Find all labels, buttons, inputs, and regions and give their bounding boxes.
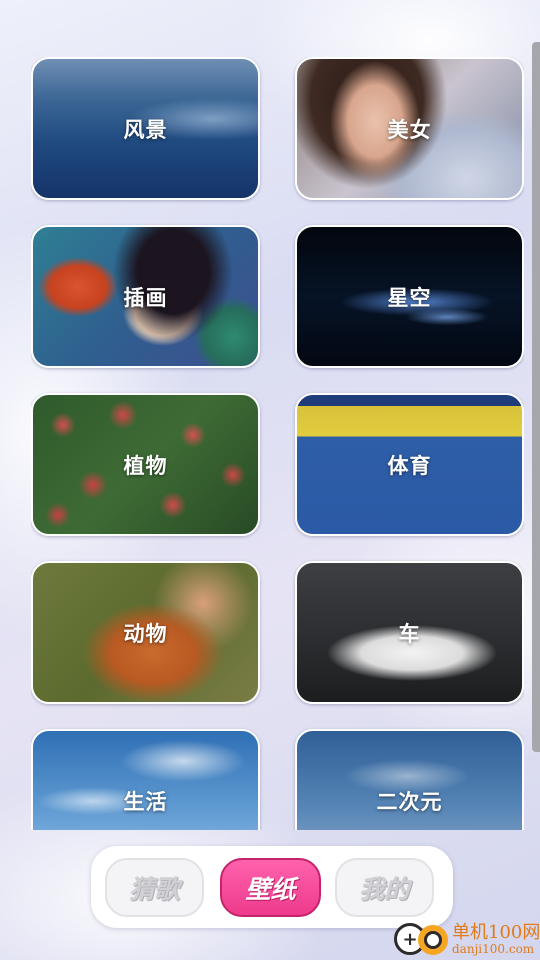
category-card-illustration[interactable]: 插画 [31, 225, 260, 368]
tab-guess-song[interactable]: 猜歌 [105, 858, 204, 917]
tab-label: 壁纸 [245, 874, 296, 904]
category-card-cars[interactable]: 车 [295, 561, 524, 704]
category-label: 美女 [387, 117, 432, 142]
tab-wallpaper[interactable]: 壁纸 [220, 858, 321, 917]
bottom-tab-bar: 猜歌 壁纸 我的 [91, 846, 453, 928]
category-card-anime[interactable]: 二次元 [295, 729, 524, 830]
category-label: 生活 [123, 789, 168, 814]
scrollbar[interactable] [532, 42, 540, 752]
logo-icon [418, 925, 448, 955]
category-card-beauty[interactable]: 美女 [295, 57, 524, 200]
watermark-url: danji100.com [452, 942, 535, 956]
category-card-starry-sky[interactable]: 星空 [295, 225, 524, 368]
category-card-landscape[interactable]: 风景 [31, 57, 260, 200]
site-watermark: + 单机100网 danji100.com [394, 917, 540, 960]
category-label: 车 [398, 621, 421, 646]
tab-label: 猜歌 [129, 874, 180, 904]
wallpaper-category-grid: 风景 美女 插画 星空 植物 体育 动物 车 生活 二次元 [31, 57, 524, 830]
category-card-animals[interactable]: 动物 [31, 561, 260, 704]
category-label: 星空 [387, 285, 432, 310]
category-label: 体育 [387, 453, 432, 478]
category-card-life[interactable]: 生活 [31, 729, 260, 830]
category-label: 风景 [123, 117, 168, 142]
tab-label: 我的 [359, 874, 410, 904]
category-label: 动物 [123, 621, 168, 646]
category-label: 二次元 [376, 789, 443, 814]
category-label: 植物 [123, 453, 168, 478]
category-label: 插画 [123, 285, 168, 310]
watermark-title: 单机100网 [452, 922, 540, 943]
tab-mine[interactable]: 我的 [335, 858, 434, 917]
category-card-plants[interactable]: 植物 [31, 393, 260, 536]
category-card-sports[interactable]: 体育 [295, 393, 524, 536]
